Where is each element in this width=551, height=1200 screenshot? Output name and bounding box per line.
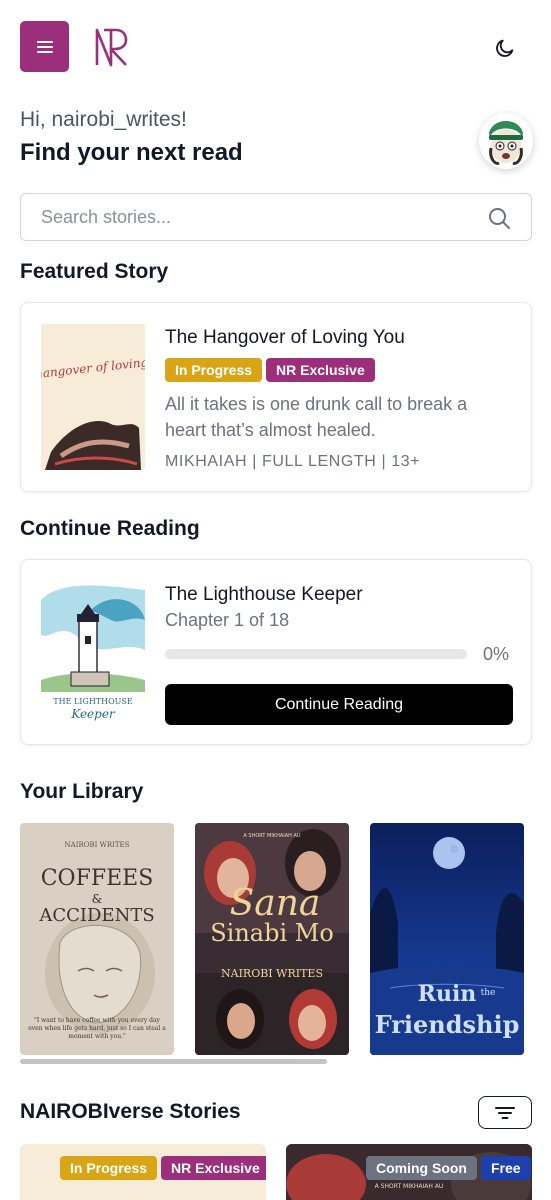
continue-story-cover[interactable]: THE LIGHTHOUSE Keeper (41, 580, 145, 726)
featured-section-title: Featured Story (20, 260, 169, 283)
theme-toggle-button[interactable] (490, 33, 520, 63)
continue-reading-section-title: Continue Reading (20, 517, 200, 540)
greeting-text: Hi, nairobi_writes! (20, 108, 187, 131)
search-icon[interactable] (487, 206, 511, 230)
coffees-cover-amp: & (92, 892, 103, 906)
library-item-coffees-accidents[interactable]: NAIROBI WRITES COFFEES & ACCIDENTS "I wa… (20, 823, 174, 1055)
nairobiverse-item-2-badges: Coming Soon Free (366, 1156, 532, 1180)
featured-cover-art: the hangover of loving you (41, 324, 145, 470)
lighthouse-cover-art: THE LIGHTHOUSE Keeper (41, 580, 145, 726)
status-badge-exclusive: NR Exclusive (161, 1156, 266, 1180)
nairobiverse-item-2[interactable]: A SHORT MIKHAIAH AU Coming Soon Free (286, 1144, 532, 1200)
coffees-cover-quote: "I want to have coffee with you every da… (28, 1017, 166, 1040)
status-badge-in-progress: In Progress (60, 1156, 158, 1180)
continue-reading-card: THE LIGHTHOUSE Keeper The Lighthouse Kee… (20, 559, 532, 745)
coffees-cover-art: NAIROBI WRITES COFFEES & ACCIDENTS "I wa… (20, 823, 174, 1055)
nr-logo[interactable] (94, 27, 130, 67)
chapter-progress-text: Chapter 1 of 18 (165, 610, 290, 630)
lighthouse-cover-label: THE LIGHTHOUSE (53, 697, 133, 706)
sana-cover-title-1: Sana (230, 883, 321, 924)
ruin-cover-title-1: Ruin (418, 981, 477, 1007)
featured-story-meta: MIKHAIAH | FULL LENGTH | 13+ (165, 453, 421, 470)
nairobiverse-item-2-top: A SHORT MIKHAIAH AU (375, 1183, 444, 1190)
nairobiverse-item-1[interactable]: In Progress NR Exclusive (20, 1144, 266, 1200)
reading-progress-percent: 0% (483, 644, 510, 664)
avatar-illustration (489, 121, 523, 165)
sana-cover-author: NAIROBI WRITES (221, 967, 323, 980)
status-badge-in-progress: In Progress (165, 358, 263, 382)
reading-progress-bar (165, 649, 467, 659)
coffees-cover-author: NAIROBI WRITES (65, 841, 130, 849)
library-item-sana-sinabi-mo[interactable]: A SHORT MIKHAIAH AU Sana Sinabi Mo NAIRO… (195, 823, 349, 1055)
ruin-cover-title-2: Friendship (375, 1010, 520, 1039)
featured-story-blurb: All it takes is one drunk call to break … (165, 394, 468, 440)
filter-icon (495, 1106, 515, 1119)
hamburger-menu-icon (36, 40, 53, 53)
nr-logo-mark (95, 28, 128, 67)
status-badge-exclusive: NR Exclusive (266, 358, 375, 382)
lighthouse-cover-keeper: Keeper (70, 707, 116, 721)
nairobiverse-section-title: NAIROBIverse Stories (20, 1100, 241, 1123)
ruin-cover-the: the (481, 988, 496, 998)
menu-button[interactable] (20, 21, 69, 72)
library-carousel[interactable]: NAIROBI WRITES COFFEES & ACCIDENTS "I wa… (20, 823, 551, 1055)
user-avatar[interactable] (479, 113, 533, 169)
library-section-title: Your Library (20, 780, 144, 803)
featured-story-card[interactable]: the hangover of loving you The Hangover … (20, 302, 532, 492)
app-header (0, 0, 551, 100)
continue-reading-button[interactable]: Continue Reading (165, 684, 513, 725)
ruin-cover-art: Ruin the Friendship (370, 823, 524, 1055)
continue-story-title[interactable]: The Lighthouse Keeper (165, 584, 363, 606)
search-input[interactable] (41, 194, 481, 240)
nairobiverse-item-1-badges: In Progress NR Exclusive (60, 1156, 266, 1180)
sana-cover-top: A SHORT MIKHAIAH AU (243, 833, 301, 839)
coffees-cover-title-1: COFFEES (41, 866, 154, 891)
coffees-cover-title-2: ACCIDENTS (38, 905, 154, 926)
library-scrollbar[interactable] (20, 1059, 327, 1064)
featured-story-title[interactable]: The Hangover of Loving You (165, 327, 405, 349)
featured-badges: In Progress NR Exclusive (165, 358, 379, 382)
sana-cover-art: A SHORT MIKHAIAH AU Sana Sinabi Mo NAIRO… (195, 823, 349, 1055)
page-headline: Find your next read (20, 139, 243, 166)
status-badge-free: Free (481, 1156, 531, 1180)
status-badge-coming-soon: Coming Soon (366, 1156, 477, 1180)
filter-button[interactable] (478, 1096, 532, 1129)
sana-cover-title-2: Sinabi Mo (210, 919, 334, 947)
moon-icon (496, 39, 514, 57)
search-bar (20, 193, 532, 241)
library-item-ruin-the-friendship[interactable]: Ruin the Friendship (370, 823, 524, 1055)
featured-story-cover[interactable]: the hangover of loving you (41, 324, 145, 470)
